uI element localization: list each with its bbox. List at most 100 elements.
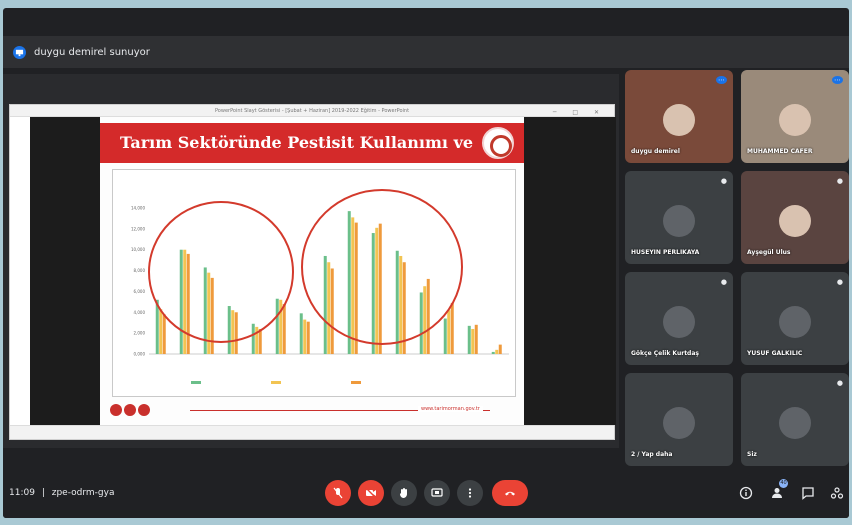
bar-chart: 0,000 2,000 4,000 6,000 8,000 10,000 12,000 14,… xyxy=(131,189,509,384)
chart-bar xyxy=(179,249,183,354)
participant-tile[interactable]: ● Siz xyxy=(741,373,849,466)
slide-side-margin-left xyxy=(30,117,100,425)
chart-bars xyxy=(155,211,502,354)
mic-muted-icon: ● xyxy=(836,278,843,286)
legend-swatch xyxy=(351,381,361,384)
chart-bar xyxy=(467,325,471,354)
presentation-area: PowerPoint Slayt Gösterisi - [Şubat + Ha… xyxy=(3,74,619,448)
social-icons xyxy=(110,404,150,416)
chart-bar xyxy=(447,310,451,354)
meet-window: duygu demirel sunuyor PowerPoint Slayt G… xyxy=(3,8,849,518)
participant-tile[interactable]: ⋯ duygu demirel xyxy=(625,70,733,163)
chart-bar xyxy=(306,321,310,354)
chart-bar xyxy=(327,262,331,354)
chart-bar xyxy=(183,249,187,354)
annotation-circle-left xyxy=(148,201,294,343)
chart-bar xyxy=(450,302,454,354)
y-tick-label: 10,000 xyxy=(131,247,145,252)
chart-bar xyxy=(330,268,334,354)
mic-muted-icon: ● xyxy=(836,379,843,387)
chart-bar xyxy=(491,351,495,354)
chart-bar xyxy=(279,299,283,354)
chart-bar xyxy=(443,318,447,354)
mic-off-button[interactable] xyxy=(325,480,351,506)
end-call-icon xyxy=(505,491,515,496)
people-button[interactable]: 40 xyxy=(768,479,788,502)
chart-bar xyxy=(347,211,351,354)
y-tick-label: 12,000 xyxy=(131,226,145,231)
chart-bar xyxy=(258,328,262,354)
chart-bar xyxy=(234,312,238,354)
window-title: PowerPoint Slayt Gösterisi - [Şubat + Ha… xyxy=(214,108,410,114)
avatar xyxy=(779,205,811,237)
avatar xyxy=(663,104,695,136)
meeting-time: 11:09 xyxy=(9,488,35,498)
chart-bar xyxy=(299,313,303,354)
chart-bar xyxy=(186,253,190,354)
chart-bar xyxy=(395,250,399,354)
mic-off-icon xyxy=(333,487,343,499)
more-vert-icon xyxy=(468,488,472,498)
ministry-logo xyxy=(482,127,514,159)
participant-tile[interactable]: 2 / Yap daha xyxy=(625,373,733,466)
presentation-icon xyxy=(13,45,26,59)
twitter-icon xyxy=(138,404,150,416)
chart-bar xyxy=(303,319,307,354)
participant-name: 2 / Yap daha xyxy=(631,451,673,458)
mic-muted-icon: ● xyxy=(720,177,727,185)
activities-icon xyxy=(830,487,844,499)
participant-name: HUSEYIN PERLIKAYA xyxy=(631,249,700,256)
chart-bar xyxy=(399,255,403,354)
raise-hand-button[interactable] xyxy=(391,480,417,506)
participant-tile[interactable]: ● YUSUF GALKILIC xyxy=(741,272,849,365)
slide-side-margin-right xyxy=(524,117,616,425)
participant-tile[interactable]: ● HUSEYIN PERLIKAYA xyxy=(625,171,733,264)
powerpoint-titlebar: PowerPoint Slayt Gösterisi - [Şubat + Ha… xyxy=(10,105,614,117)
avatar xyxy=(779,104,811,136)
participant-tile[interactable]: ● Ayşegül Ulus xyxy=(741,171,849,264)
chart-bar xyxy=(354,222,358,354)
y-tick-label: 14,000 xyxy=(131,206,145,211)
leave-call-button[interactable] xyxy=(492,480,528,506)
camera-off-icon xyxy=(365,487,377,499)
participant-name: Ayşegül Ulus xyxy=(747,249,791,256)
chat-icon xyxy=(802,487,814,500)
more-options-icon[interactable]: ⋯ xyxy=(832,76,843,84)
chat-button[interactable] xyxy=(799,484,817,502)
participant-tile[interactable]: ⋯ MUHAMMED CAFER xyxy=(741,70,849,163)
chart-legend xyxy=(191,381,361,384)
chart-bar xyxy=(419,292,423,354)
chart-bar xyxy=(471,328,475,354)
screenshot-background: duygu demirel sunuyor PowerPoint Slayt G… xyxy=(0,0,852,525)
participant-name: duygu demirel xyxy=(631,148,680,155)
more-options-button[interactable] xyxy=(457,480,483,506)
meeting-details-button[interactable] xyxy=(737,484,755,502)
facebook-icon xyxy=(110,404,122,416)
avatar xyxy=(663,306,695,338)
avatar xyxy=(663,407,695,439)
hand-icon xyxy=(400,488,407,498)
y-axis-labels: 0,000 2,000 4,000 6,000 8,000 10,000 12,000 14,… xyxy=(131,206,145,357)
chart-bar xyxy=(251,323,255,354)
mic-muted-icon: ● xyxy=(720,278,727,286)
present-screen-icon xyxy=(431,488,443,497)
participant-tile[interactable]: ● Gökçe Çelik Kurtdaş xyxy=(625,272,733,365)
activities-button[interactable] xyxy=(828,484,846,502)
chart-frame: 0,000 2,000 4,000 6,000 8,000 10,000 12,000 14,… xyxy=(112,169,516,397)
chart-bar xyxy=(227,306,231,354)
instagram-icon xyxy=(124,404,136,416)
chart-bar xyxy=(426,278,430,354)
chart-bar xyxy=(159,309,163,354)
footer-website: www.tarimorman.gov.tr xyxy=(418,406,483,412)
camera-off-button[interactable] xyxy=(358,480,384,506)
bottom-toolbar: 11:09 | zpe-odrm-gya 40 xyxy=(3,470,849,518)
avatar xyxy=(779,306,811,338)
meeting-code: zpe-odrm-gya xyxy=(51,488,115,498)
chart-bar xyxy=(474,324,478,354)
y-tick-label: 0,000 xyxy=(134,352,146,357)
chart-bar xyxy=(498,344,502,354)
presenter-bar: duygu demirel sunuyor xyxy=(3,36,849,68)
chart-bar xyxy=(378,223,382,354)
present-button[interactable] xyxy=(424,480,450,506)
more-options-icon[interactable]: ⋯ xyxy=(716,76,727,84)
